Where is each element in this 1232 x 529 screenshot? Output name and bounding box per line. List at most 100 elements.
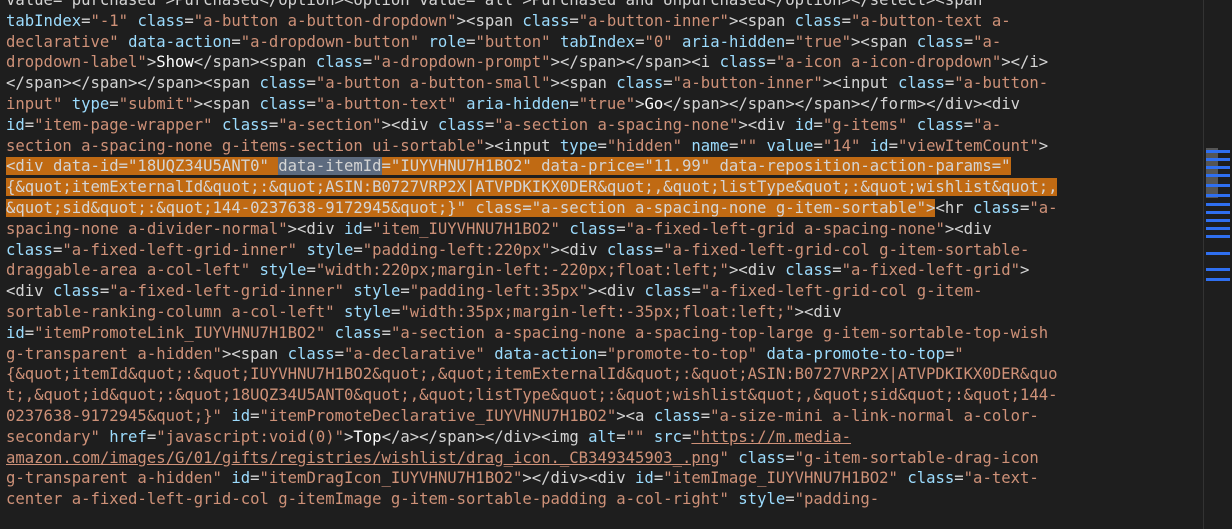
code-token: =: [52, 240, 63, 259]
code-token: input": [6, 94, 63, 113]
code-token: class: [334, 323, 382, 342]
scrollbar-thumb[interactable]: [1206, 148, 1218, 198]
code-line[interactable]: g-transparent a-hidden" id="itemDragIcon…: [0, 468, 1200, 489]
code-line[interactable]: spacing-none a-divider-normal"><div id="…: [0, 219, 1200, 240]
code-token: alt: [588, 427, 617, 446]
code-token: "a-fixed-left-grid a-spacing-none": [625, 219, 945, 238]
code-token: "g-items": [822, 115, 908, 134]
code-token: class: [287, 344, 335, 363]
code-token: class: [653, 406, 701, 425]
code-token: ></span></span><i: [550, 53, 720, 72]
code-token: "a-fixed-left-grid-col g-item-sortable-: [663, 240, 1030, 259]
code-line[interactable]: declarative" data-action="a-dropdown-but…: [0, 32, 1200, 53]
code-token: =: [362, 53, 373, 72]
code-line[interactable]: section a-spacing-none g-items-section u…: [0, 136, 1200, 157]
code-token: class: [897, 74, 945, 93]
code-token: =: [785, 32, 795, 51]
code-link[interactable]: amazon.com/images/G/01/gifts/registries/…: [6, 449, 720, 467]
code-token: id: [6, 115, 25, 134]
code-token: =: [954, 469, 964, 488]
code-line[interactable]: <div data-id="18UQZ34U5ANT0" data-itemId…: [0, 156, 1200, 177]
search-match-marker: [1206, 150, 1230, 153]
code-token: >: [146, 53, 157, 72]
code-line[interactable]: id="itemPromoteLink_IUYVHNU7H1BO2" class…: [0, 323, 1200, 344]
code-token: =: [663, 74, 673, 93]
code-token: g-transparent a-hidden": [6, 344, 222, 363]
code-token: ><div: [287, 219, 344, 238]
code-line[interactable]: id="item-page-wrapper" class="a-section"…: [0, 115, 1200, 136]
code-token: style: [306, 240, 354, 259]
code-token: "": [625, 427, 645, 446]
code-line[interactable]: class="a-fixed-left-grid-inner" style="p…: [0, 240, 1200, 261]
code-token: </span></span></span><span: [6, 74, 260, 93]
code-token: =: [700, 406, 711, 425]
code-token: =: [24, 115, 35, 134]
code-token: "a-fixed-left-grid-inner": [62, 240, 298, 259]
code-line[interactable]: &quot;sid&quot;:&quot;144-0237638-917294…: [0, 198, 1200, 219]
code-token: type: [71, 94, 110, 113]
code-token: =: [250, 406, 260, 425]
code-link[interactable]: "https://m.media-: [691, 428, 851, 446]
vertical-scrollbar[interactable]: [1203, 0, 1232, 529]
code-line[interactable]: tabIndex="-1" class="a-button a-button-d…: [0, 11, 1200, 32]
code-token: "padding-: [794, 490, 880, 509]
code-line[interactable]: {&quot;itemId&quot;:&quot;IUYVHNU7H1BO2&…: [0, 364, 1200, 385]
code-line[interactable]: <div class="a-fixed-left-grid-inner" sty…: [0, 281, 1200, 302]
code-line[interactable]: amazon.com/images/G/01/gifts/registries/…: [0, 448, 1200, 469]
code-token: class: [259, 94, 307, 113]
code-token: =: [682, 427, 692, 446]
code-token: id: [869, 136, 889, 155]
code-line[interactable]: dropdown-label">Show</span><span class="…: [0, 52, 1200, 73]
code-line[interactable]: secondary" href="javascript:void(0)">Top…: [0, 427, 1200, 448]
code-token: =: [81, 11, 91, 30]
code-line[interactable]: {&quot;itemExternalId&quot;:&quot;ASIN:B…: [0, 177, 1200, 198]
code-token: "itemPromoteLink_IUYVHNU7H1BO2": [34, 323, 326, 342]
code-token: "a-section a-spacing-none a-spacing-top-…: [390, 323, 1049, 342]
code-token: "padding-left:35px": [409, 282, 589, 301]
code-token: data-promote-to-top: [766, 344, 945, 363]
code-token: ><span: [193, 94, 260, 113]
code-token: ><a: [616, 406, 654, 425]
code-token: section a-spacing-none g-items-section u…: [6, 136, 485, 155]
code-token: class: [916, 115, 964, 134]
code-line[interactable]: 0237638-9172945&quot;}" id="itemPromoteD…: [0, 406, 1200, 427]
code-token: >: [344, 427, 354, 446]
code-token: =: [597, 344, 607, 363]
code-token: =: [653, 240, 664, 259]
code-token: aria-hidden: [466, 94, 570, 113]
code-line[interactable]: g-transparent a-hidden"><span class="a-d…: [0, 344, 1200, 365]
code-line[interactable]: center a-fixed-left-grid-col g-itemImage…: [0, 489, 1200, 510]
code-token: "width:35px;margin-left:-35px;float:left…: [400, 302, 795, 321]
code-line[interactable]: sortable-ranking-column a-col-left" styl…: [0, 302, 1200, 323]
code-line[interactable]: input" type="submit"><span class="a-butt…: [0, 94, 1200, 115]
code-line[interactable]: draggable-area a-col-left" style="width:…: [0, 260, 1200, 281]
code-token: =: [963, 115, 974, 134]
search-match-marker: [1206, 211, 1230, 214]
code-token: style: [353, 282, 401, 301]
code-token: class: [606, 240, 654, 259]
code-line[interactable]: </span></span></span><span class="a-butt…: [0, 73, 1200, 94]
code-token: "a-button a-button-dropdown": [193, 11, 457, 30]
code-token: "a-button a-button-small": [315, 74, 551, 93]
code-token: ><div: [738, 115, 795, 134]
code-token: ><span: [728, 11, 795, 30]
code-token: value="purchased">Purchased</option><opt…: [6, 0, 983, 9]
code-token: =: [944, 74, 955, 93]
code-token: =: [390, 302, 401, 321]
code-token: =: [813, 136, 823, 155]
code-line[interactable]: value="purchased">Purchased</option><opt…: [0, 0, 1200, 11]
code-token: "item-page-wrapper": [34, 115, 213, 134]
code-token: class: [6, 240, 53, 259]
code-token: class: [315, 53, 363, 72]
code-line[interactable]: t;,&quot;id&quot;:&quot;18UQZ34U5ANT0&qu…: [0, 385, 1200, 406]
code-token: class: [907, 469, 955, 488]
code-editor[interactable]: value="purchased">Purchased</option><opt…: [0, 0, 1200, 510]
